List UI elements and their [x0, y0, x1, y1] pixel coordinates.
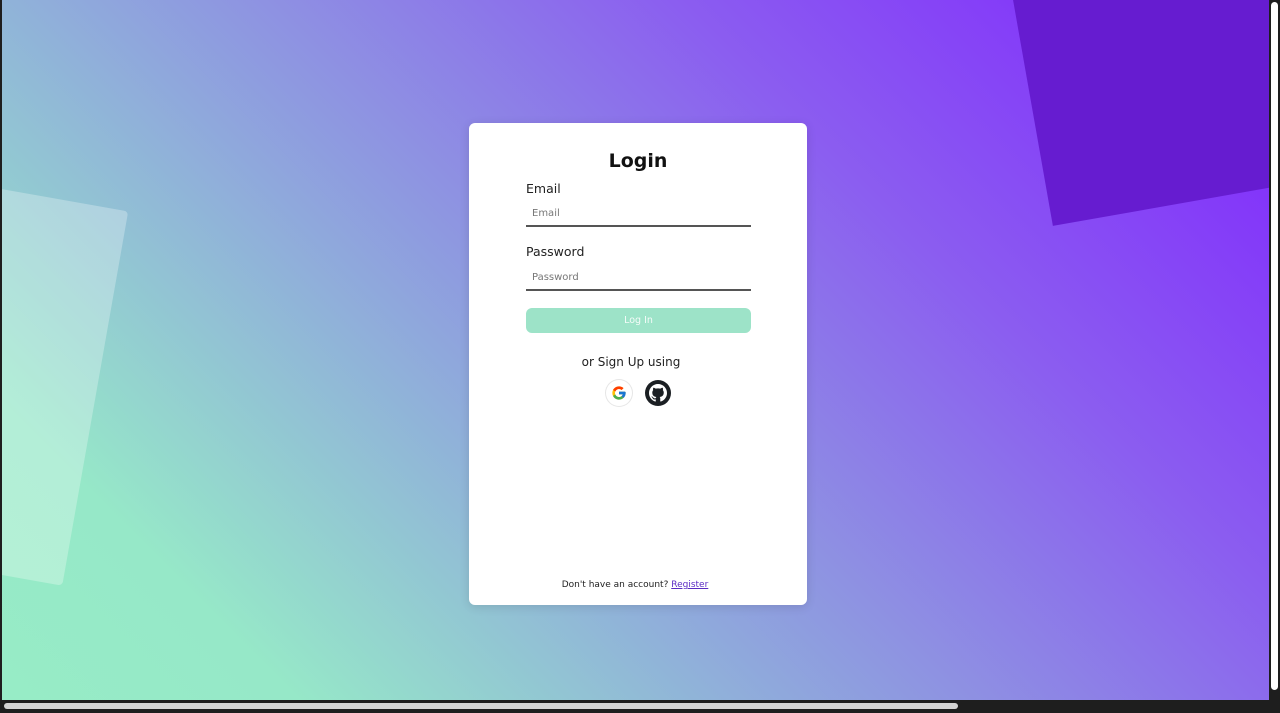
decorative-shape-right: [1006, 0, 1269, 226]
register-prompt: Don't have an account? Register: [469, 580, 801, 590]
email-field[interactable]: [526, 201, 751, 227]
login-card: Login Email Password Log In or Sign Up u…: [469, 123, 807, 605]
register-prompt-text: Don't have an account?: [561, 580, 669, 590]
password-label: Password: [526, 244, 585, 259]
google-icon: [612, 386, 626, 400]
vertical-scrollbar-thumb[interactable]: [1271, 2, 1278, 690]
email-label: Email: [526, 181, 561, 196]
horizontal-scrollbar-thumb[interactable]: [4, 703, 958, 709]
page-title: Login: [608, 150, 668, 172]
password-field[interactable]: [526, 265, 751, 291]
vertical-scrollbar[interactable]: [1269, 0, 1280, 700]
browser-viewport: Login Email Password Log In or Sign Up u…: [0, 0, 1280, 713]
page-background: Login Email Password Log In or Sign Up u…: [2, 0, 1269, 700]
google-signin-button[interactable]: [606, 380, 632, 406]
login-button[interactable]: Log In: [526, 308, 751, 333]
horizontal-scrollbar[interactable]: [0, 700, 1269, 713]
decorative-shape-left: [2, 168, 129, 586]
alt-signup-text: or Sign Up using: [581, 355, 681, 369]
github-icon: [649, 384, 667, 402]
github-signin-button[interactable]: [645, 380, 671, 406]
register-link[interactable]: Register: [671, 580, 708, 590]
